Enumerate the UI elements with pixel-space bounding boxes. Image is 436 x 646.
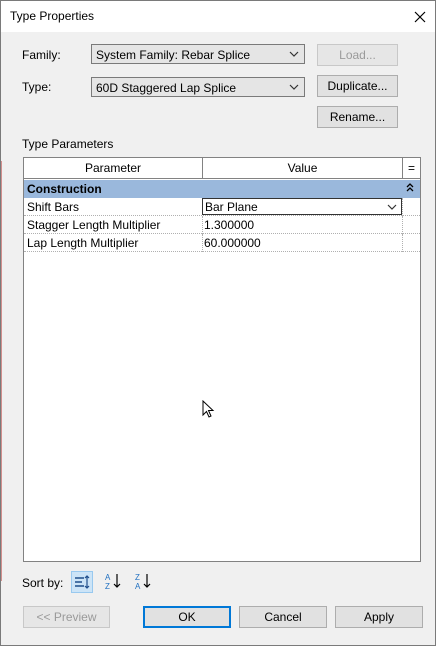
group-construction[interactable]: Construction bbox=[24, 180, 420, 198]
family-label: Family: bbox=[22, 48, 61, 62]
load-button[interactable]: Load... bbox=[317, 44, 398, 66]
close-icon bbox=[414, 11, 426, 22]
mouse-cursor-icon bbox=[202, 400, 215, 418]
param-value[interactable]: 1.300000 bbox=[204, 218, 254, 232]
sort-label: Sort by: bbox=[22, 576, 64, 590]
duplicate-button[interactable]: Duplicate... bbox=[317, 75, 398, 97]
cell-divider bbox=[402, 234, 404, 252]
grouped-sort-icon bbox=[75, 575, 90, 589]
type-value: 60D Staggered Lap Splice bbox=[96, 81, 237, 95]
type-label: Type: bbox=[22, 80, 52, 94]
sort-z-a-icon: Z A bbox=[135, 573, 151, 591]
ok-button[interactable]: OK bbox=[143, 606, 231, 628]
sort-a-z-icon: A Z bbox=[105, 573, 121, 591]
param-name: Lap Length Multiplier bbox=[27, 236, 139, 250]
shift-bars-dropdown[interactable]: Bar Plane bbox=[202, 198, 402, 215]
param-name: Shift Bars bbox=[27, 200, 80, 214]
param-name: Stagger Length Multiplier bbox=[27, 218, 161, 232]
chevron-down-icon bbox=[289, 84, 299, 90]
svg-text:Z: Z bbox=[105, 582, 110, 591]
collapse-icon[interactable] bbox=[406, 182, 414, 195]
sort-grouped-button[interactable] bbox=[71, 571, 93, 593]
svg-text:A: A bbox=[135, 582, 141, 591]
table-row[interactable]: Lap Length Multiplier 60.000000 bbox=[24, 234, 420, 252]
parameters-grid: Parameter Value = Construction Shift Bar… bbox=[23, 157, 421, 562]
chevron-down-icon bbox=[387, 204, 397, 210]
table-row[interactable]: Stagger Length Multiplier 1.300000 bbox=[24, 216, 420, 234]
cancel-button[interactable]: Cancel bbox=[239, 606, 327, 628]
table-row[interactable]: Shift Bars Bar Plane bbox=[24, 198, 420, 216]
sort-ascending-button[interactable]: A Z bbox=[103, 571, 125, 593]
window-title: Type Properties bbox=[10, 9, 95, 23]
value-column-header[interactable]: Value bbox=[203, 158, 403, 179]
cell-divider bbox=[402, 216, 404, 234]
family-dropdown[interactable]: System Family: Rebar Splice bbox=[91, 44, 305, 64]
apply-button[interactable]: Apply bbox=[335, 606, 423, 628]
rename-button[interactable]: Rename... bbox=[317, 106, 398, 128]
formula-column-header[interactable]: = bbox=[403, 158, 420, 179]
type-properties-dialog: Type Properties Family: System Family: R… bbox=[0, 0, 436, 646]
svg-text:Z: Z bbox=[135, 573, 140, 582]
type-parameters-heading: Type Parameters bbox=[22, 137, 114, 151]
sort-descending-button[interactable]: Z A bbox=[133, 571, 155, 593]
double-chevron-up-icon bbox=[406, 183, 414, 192]
type-dropdown[interactable]: 60D Staggered Lap Splice bbox=[91, 77, 305, 97]
close-button[interactable] bbox=[405, 1, 435, 32]
parameter-column-header[interactable]: Parameter bbox=[24, 158, 203, 179]
cell-divider bbox=[402, 198, 404, 216]
family-value: System Family: Rebar Splice bbox=[96, 48, 251, 62]
param-value: Bar Plane bbox=[205, 200, 258, 214]
title-bar: Type Properties bbox=[1, 1, 435, 32]
preview-button[interactable]: << Preview bbox=[23, 606, 110, 628]
svg-text:A: A bbox=[105, 573, 111, 582]
window-edge bbox=[1, 161, 2, 581]
param-value[interactable]: 60.000000 bbox=[204, 236, 261, 250]
group-name: Construction bbox=[27, 182, 102, 196]
chevron-down-icon bbox=[289, 51, 299, 57]
